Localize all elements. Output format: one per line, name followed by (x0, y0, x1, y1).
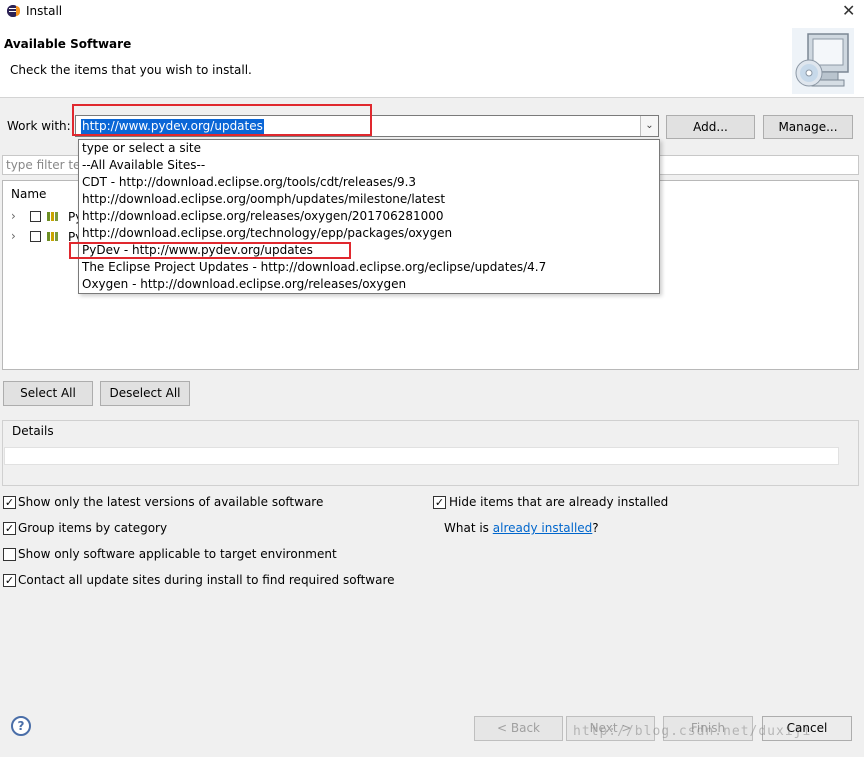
latest-versions-checkbox[interactable]: ✓ (3, 496, 16, 509)
dropdown-item[interactable]: http://download.eclipse.org/releases/oxy… (82, 208, 444, 225)
contact-sites-label: Contact all update sites during install … (18, 573, 395, 587)
expand-icon[interactable]: › (11, 209, 16, 223)
target-env-checkbox[interactable] (3, 548, 16, 561)
close-icon[interactable]: ✕ (842, 2, 855, 20)
chevron-down-icon[interactable]: ⌄ (640, 116, 658, 136)
work-with-label: Work with: (7, 119, 71, 133)
filter-placeholder: type filter tex (6, 158, 88, 172)
tree-column-name[interactable]: Name (11, 187, 46, 201)
select-all-button[interactable]: Select All (3, 381, 93, 406)
expand-icon[interactable]: › (11, 229, 16, 243)
hide-installed-checkbox[interactable]: ✓ (433, 496, 446, 509)
add-button[interactable]: Add... (666, 115, 755, 139)
title-bar (0, 0, 864, 24)
what-is-installed: What is already installed? (444, 521, 599, 535)
details-text (4, 447, 839, 465)
category-icon (47, 231, 61, 241)
eclipse-icon (7, 5, 20, 17)
help-icon[interactable]: ? (11, 716, 31, 736)
dropdown-item[interactable]: Oxygen - http://download.eclipse.org/rel… (82, 276, 406, 293)
dropdown-item[interactable]: http://download.eclipse.org/oomph/update… (82, 191, 445, 208)
details-label: Details (10, 424, 56, 438)
group-by-category-checkbox[interactable]: ✓ (3, 522, 16, 535)
dropdown-item[interactable]: --All Available Sites-- (82, 157, 205, 174)
what-is-prefix: What is (444, 521, 493, 535)
sites-dropdown-list[interactable]: type or select a site --All Available Si… (78, 139, 660, 294)
group-by-category-label: Group items by category (18, 521, 168, 535)
install-wizard-icon (792, 28, 854, 94)
latest-versions-label: Show only the latest versions of availab… (18, 495, 324, 509)
window-title: Install (26, 4, 63, 18)
already-installed-link[interactable]: already installed (493, 521, 593, 535)
category-icon (47, 211, 61, 221)
back-button[interactable]: < Back (474, 716, 563, 741)
page-subtitle: Check the items that you wish to install… (10, 63, 252, 77)
what-is-suffix: ? (592, 521, 599, 535)
highlight-box-url (72, 104, 372, 136)
highlight-box-pydev (69, 242, 351, 259)
manage-button[interactable]: Manage... (763, 115, 853, 139)
watermark: http://blog.csdn.net/duxiji (573, 724, 812, 739)
tree-row-checkbox[interactable] (30, 211, 41, 222)
tree-row-checkbox[interactable] (30, 231, 41, 242)
target-env-label: Show only software applicable to target … (18, 547, 337, 561)
dropdown-item[interactable]: The Eclipse Project Updates - http://dow… (82, 259, 546, 276)
dropdown-item[interactable]: http://download.eclipse.org/technology/e… (82, 225, 452, 242)
contact-sites-checkbox[interactable]: ✓ (3, 574, 16, 587)
wizard-header (0, 24, 864, 98)
hide-installed-label: Hide items that are already installed (449, 495, 669, 509)
details-scrollbar[interactable] (840, 447, 856, 465)
deselect-all-button[interactable]: Deselect All (100, 381, 190, 406)
dropdown-item[interactable]: type or select a site (82, 140, 201, 157)
page-title: Available Software (4, 37, 132, 51)
dropdown-item[interactable]: CDT - http://download.eclipse.org/tools/… (82, 174, 416, 191)
